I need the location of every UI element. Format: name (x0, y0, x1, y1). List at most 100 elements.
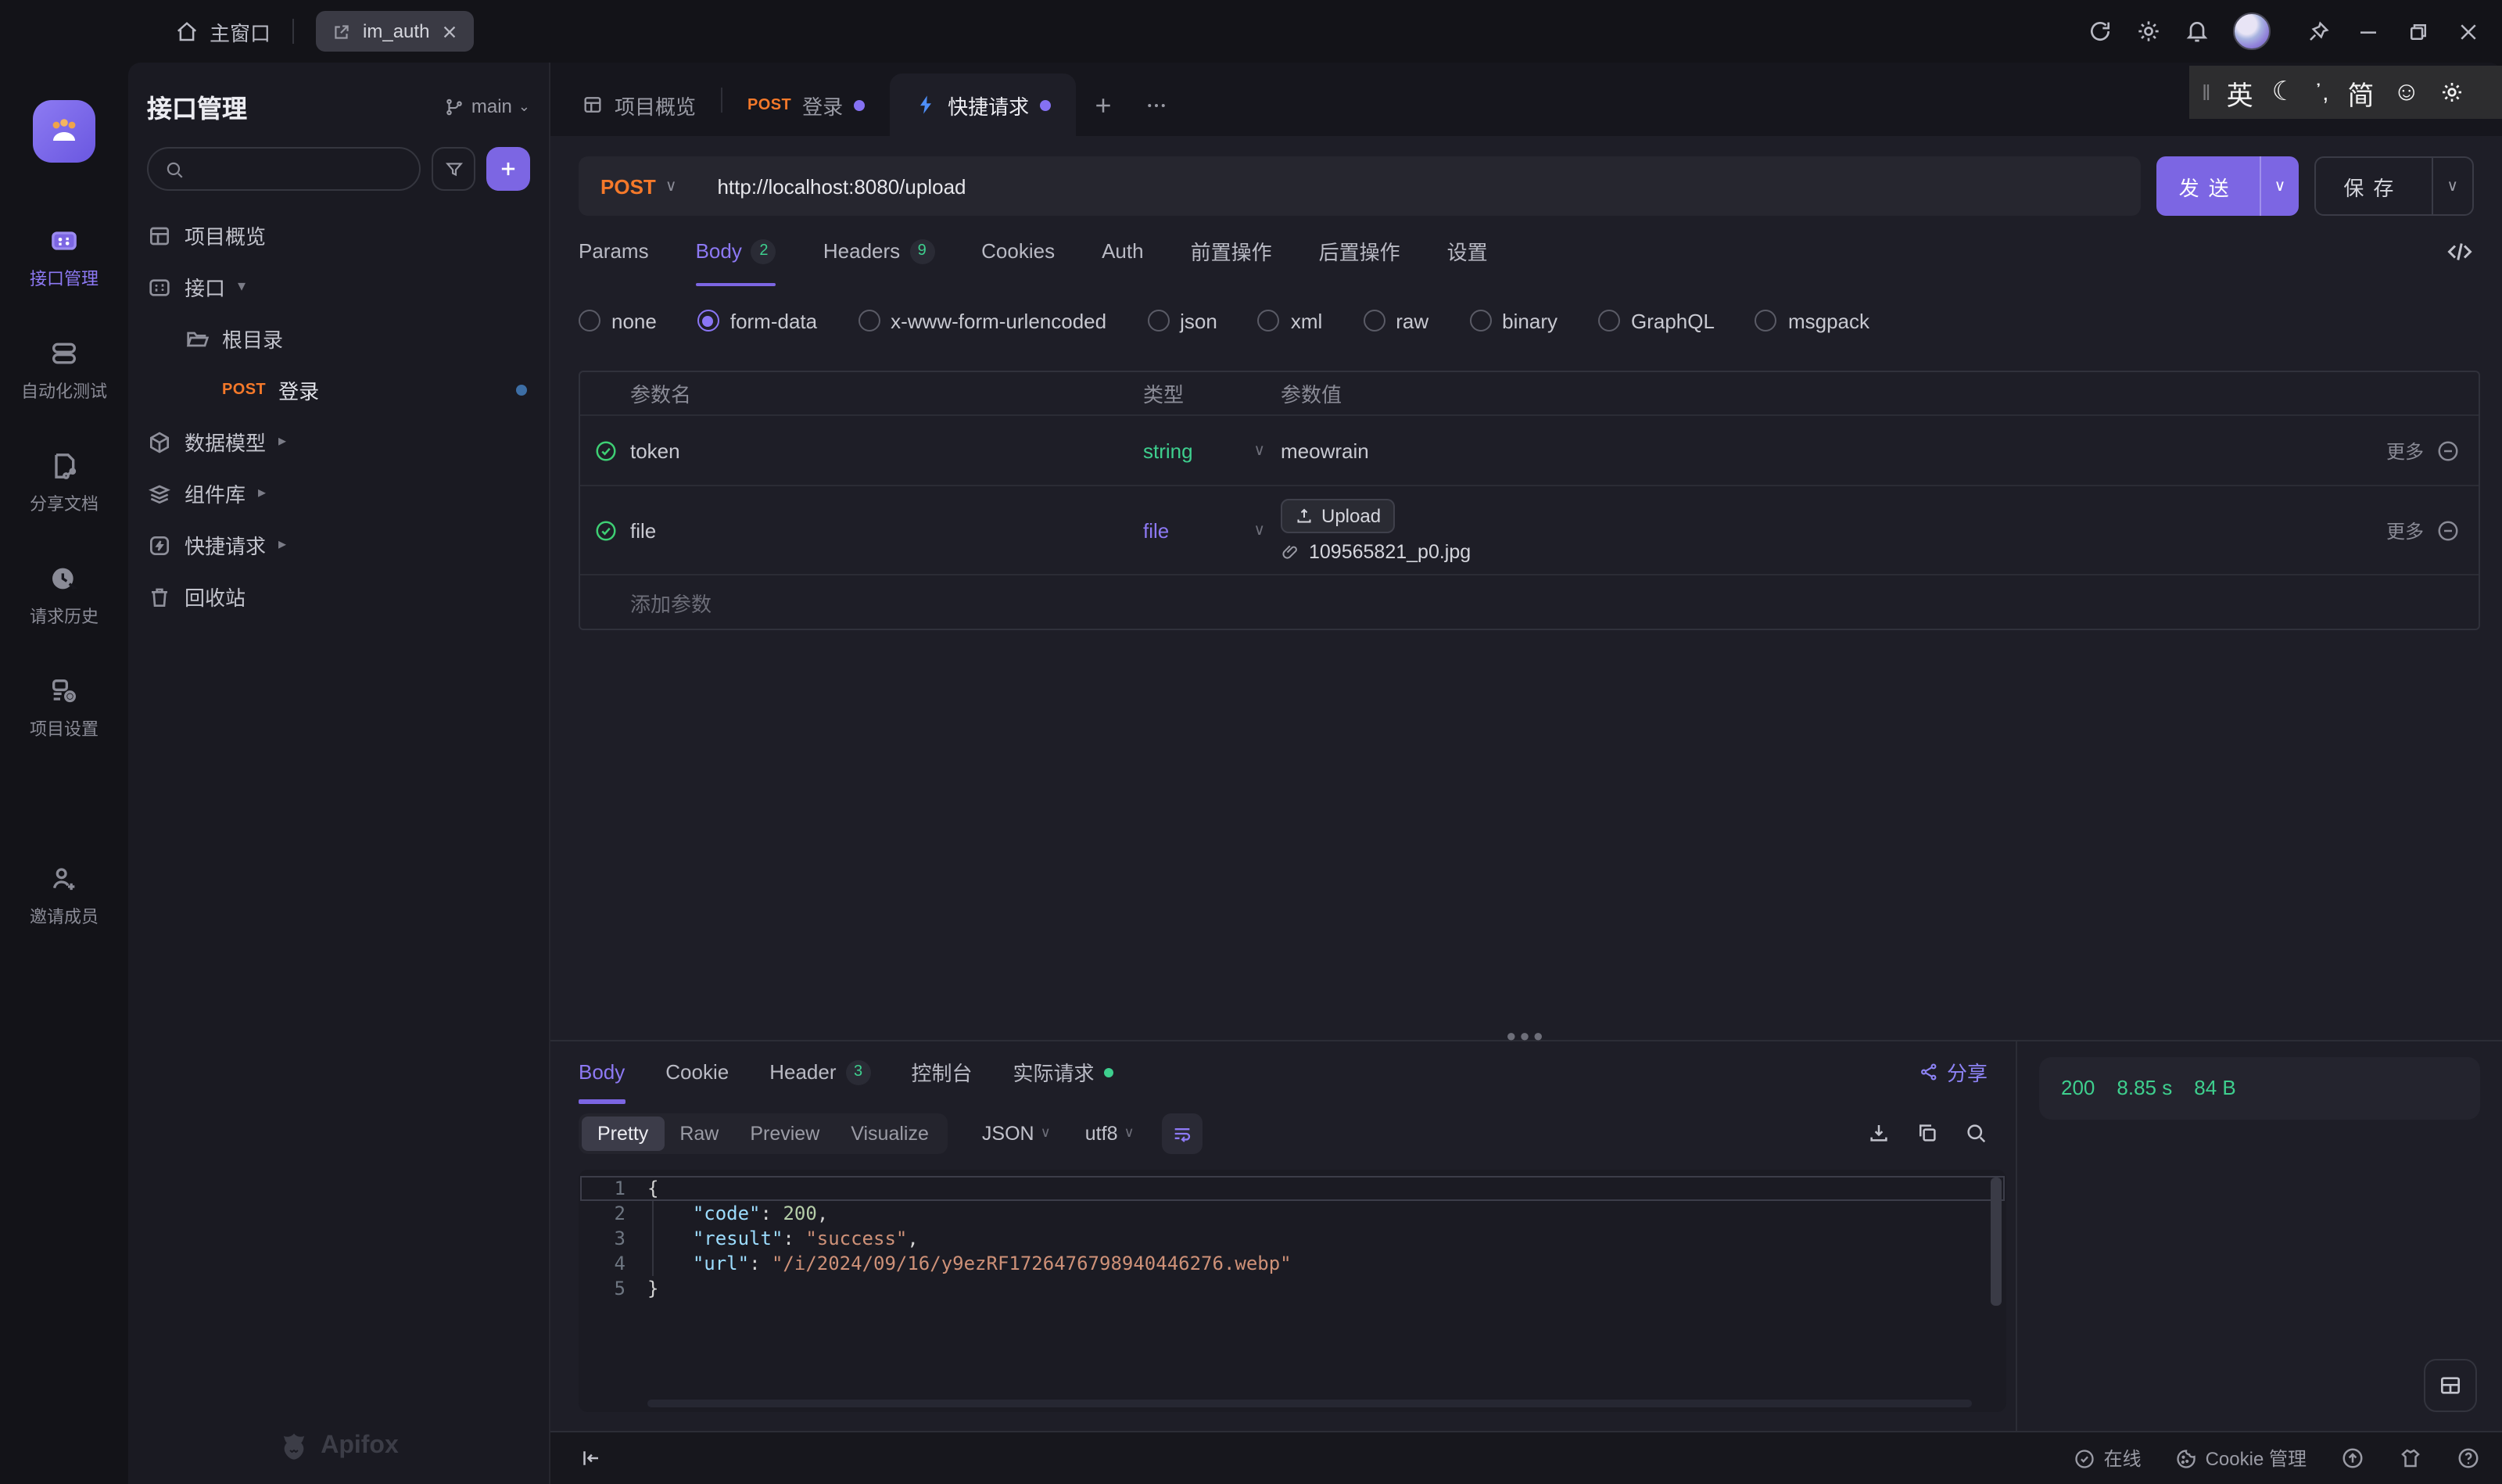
maximize-icon[interactable] (2407, 20, 2430, 43)
theme-tshirt-icon[interactable] (2399, 1446, 2422, 1470)
ime-simplified-toggle[interactable]: 简 (2347, 73, 2374, 112)
remove-row-icon[interactable] (2436, 518, 2460, 542)
remove-row-icon[interactable] (2436, 439, 2460, 462)
radio-form-data[interactable]: form-data (697, 309, 817, 332)
tab-auth[interactable]: Auth (1102, 216, 1144, 286)
param-value[interactable]: meowrain (1281, 439, 2353, 462)
attached-file[interactable]: 109565821_p0.jpg (1281, 540, 2353, 562)
online-status[interactable]: 在线 (2074, 1445, 2142, 1471)
window-tab-im-auth[interactable]: im_auth (316, 11, 473, 52)
new-tab-button[interactable] (1076, 73, 1129, 136)
enabled-check-icon[interactable] (593, 518, 617, 542)
nav-project-settings[interactable]: 项目设置 (0, 676, 128, 741)
param-type-selector[interactable]: file ∨ (1143, 518, 1281, 542)
close-tab-icon[interactable] (440, 23, 457, 40)
view-visualize[interactable]: Visualize (835, 1116, 945, 1150)
generate-code-icon[interactable] (2446, 237, 2474, 265)
project-avatar[interactable] (33, 100, 95, 163)
nav-api-manage[interactable]: 接口管理 (0, 225, 128, 291)
caret-down-icon[interactable]: ▾ (238, 278, 246, 296)
refresh-icon[interactable] (2088, 19, 2113, 44)
more-button[interactable]: 更多 (2386, 437, 2424, 464)
radio-raw[interactable]: raw (1363, 309, 1428, 332)
ime-punctuation-toggle[interactable]: ᾿, (2314, 79, 2328, 106)
radio-json[interactable]: json (1147, 309, 1217, 332)
radio-msgpack[interactable]: msgpack (1755, 309, 1869, 332)
download-icon[interactable] (1867, 1121, 1891, 1145)
enabled-check-icon[interactable] (593, 439, 617, 462)
radio-graphql[interactable]: GraphQL (1598, 309, 1715, 332)
caret-right-icon[interactable]: ▸ (278, 536, 286, 554)
vertical-scrollbar[interactable] (1991, 1177, 2002, 1305)
search-icon[interactable] (1964, 1121, 1988, 1145)
add-button[interactable] (486, 147, 530, 191)
nav-share-docs[interactable]: 分享文档 (0, 450, 128, 516)
response-code-editor[interactable]: 1{2 "code": 200,3 "result": "success",4 … (579, 1169, 2006, 1412)
save-options-chevron[interactable]: ∨ (2432, 177, 2472, 195)
tab-post-operations[interactable]: 后置操作 (1319, 216, 1400, 286)
doc-tab-quick-request[interactable]: 快捷请求 (890, 73, 1076, 136)
tree-item-root-folder[interactable]: 根目录 (128, 313, 549, 364)
ime-language-toggle[interactable]: 英 (2227, 73, 2253, 112)
ime-settings-icon[interactable] (2439, 80, 2464, 105)
param-name[interactable]: token (630, 439, 1143, 462)
user-avatar[interactable] (2233, 13, 2271, 50)
tree-item-overview[interactable]: 项目概览 (128, 210, 549, 261)
view-raw[interactable]: Raw (664, 1116, 734, 1150)
pin-icon[interactable] (2307, 20, 2330, 43)
encoding-dropdown[interactable]: utf8 ∨ (1085, 1122, 1135, 1144)
more-button[interactable]: 更多 (2386, 517, 2424, 543)
save-button[interactable]: 保存 ∨ (2314, 156, 2474, 216)
updates-icon[interactable] (2341, 1446, 2364, 1470)
help-icon[interactable] (2457, 1446, 2480, 1470)
splitter-handle[interactable]: ●●● (1506, 1027, 1547, 1045)
ime-emoji-icon[interactable]: ☺ (2393, 77, 2420, 108)
main-window-tab[interactable]: 主窗口 (175, 16, 271, 46)
settings-gear-icon[interactable] (2136, 19, 2161, 44)
doc-tab-overview[interactable]: 项目概览 (557, 73, 721, 136)
radio-none[interactable]: none (579, 309, 657, 332)
resp-tab-console[interactable]: 控制台 (912, 1041, 973, 1103)
tree-item-components[interactable]: 组件库 ▸ (128, 468, 549, 519)
filter-button[interactable] (432, 147, 475, 191)
ime-grip[interactable]: ‖ (2202, 80, 2208, 105)
format-dropdown[interactable]: JSON ∨ (982, 1122, 1051, 1144)
radio-binary[interactable]: binary (1469, 309, 1557, 332)
view-pretty[interactable]: Pretty (582, 1116, 664, 1150)
send-button[interactable]: 发送 ∨ (2157, 156, 2299, 216)
tab-cookies[interactable]: Cookies (981, 216, 1055, 286)
tree-item-trash[interactable]: 回收站 (128, 571, 549, 622)
horizontal-scrollbar[interactable] (647, 1400, 1972, 1407)
close-window-icon[interactable] (2457, 20, 2480, 43)
nav-invite-member[interactable]: 邀请成员 (0, 863, 128, 929)
param-name[interactable]: file (630, 518, 1143, 542)
tree-item-data-models[interactable]: 数据模型 ▸ (128, 416, 549, 468)
search-input[interactable] (147, 147, 421, 191)
send-options-chevron[interactable]: ∨ (2262, 177, 2299, 195)
doc-tab-login[interactable]: POST 登录 (722, 73, 890, 136)
upload-button[interactable]: Upload (1281, 498, 1395, 532)
panel-splitter[interactable]: ●●● (550, 1020, 2502, 1039)
tree-item-apis[interactable]: 接口 ▾ (128, 261, 549, 313)
copy-icon[interactable] (1916, 1121, 1939, 1145)
radio-xml[interactable]: xml (1258, 309, 1322, 332)
resp-tab-header[interactable]: Header 3 (769, 1041, 870, 1103)
tab-params[interactable]: Params (579, 216, 649, 286)
resp-tab-body[interactable]: Body (579, 1041, 625, 1103)
resp-tab-cookie[interactable]: Cookie (665, 1041, 729, 1103)
url-input[interactable] (692, 174, 2141, 198)
radio-x-www-form-urlencoded[interactable]: x-www-form-urlencoded (858, 309, 1106, 332)
minimize-icon[interactable] (2357, 20, 2380, 43)
nav-automation[interactable]: 自动化测试 (0, 338, 128, 403)
word-wrap-button[interactable] (1163, 1113, 1203, 1153)
ime-moon-icon[interactable]: ☾ (2272, 77, 2296, 108)
tab-body[interactable]: Body 2 (696, 216, 776, 286)
more-tabs-button[interactable] (1129, 73, 1182, 136)
share-button[interactable]: 分享 (1919, 1057, 1988, 1087)
nav-request-history[interactable]: 请求历史 (0, 563, 128, 629)
collapse-sidebar-icon[interactable] (579, 1446, 602, 1470)
tab-settings[interactable]: 设置 (1447, 216, 1488, 286)
layout-toggle-button[interactable] (2424, 1359, 2477, 1412)
param-type-selector[interactable]: string ∨ (1143, 439, 1281, 462)
tab-pre-operations[interactable]: 前置操作 (1191, 216, 1272, 286)
